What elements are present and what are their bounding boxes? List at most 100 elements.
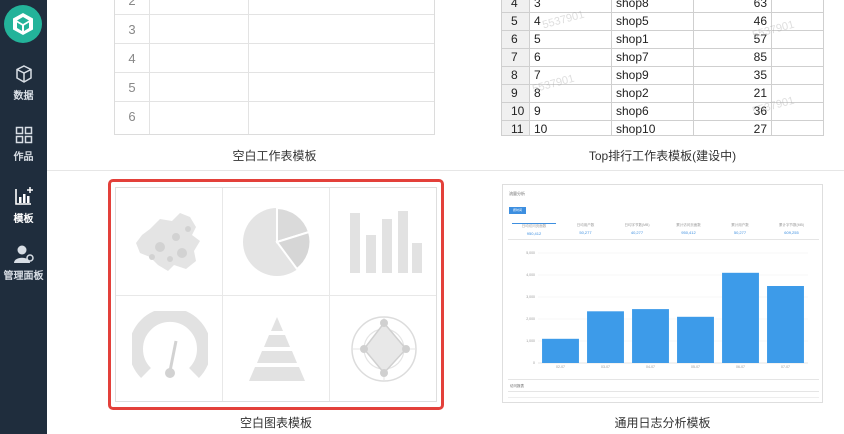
table-row: 4 xyxy=(115,44,434,73)
table-cell: 4 xyxy=(530,13,612,30)
table-cell: 3 xyxy=(530,0,612,12)
bar xyxy=(542,338,579,363)
template-gallery: 2 3 4 5 6 空白工作表模板 4 3 shop8 63 5 4 shop5 46 6 5 sh… xyxy=(47,0,844,434)
cube-icon xyxy=(15,65,32,83)
x-tick-label: 04-07 xyxy=(646,365,655,369)
kpi-value: 50,277 xyxy=(579,230,592,235)
sidebar-item-data[interactable]: 数据 xyxy=(0,64,47,102)
table-cell: 9 xyxy=(530,103,612,120)
y-tick-label: 3,000 xyxy=(526,295,535,299)
table-row: 10 9 shop6 36 xyxy=(502,103,823,121)
log-dashboard-preview: 流量分析 按时间 日均访问页面数 950,412 日均用户数 50,277 日均字节数(… xyxy=(502,184,823,403)
kpi-item: 累计用户数 50,277 xyxy=(718,223,762,240)
kpi-item: 日均访问页面数 950,412 xyxy=(512,223,556,240)
admin-user-icon xyxy=(13,245,34,263)
sidebar-item-label: 模板 xyxy=(13,214,34,225)
row-number: 5 xyxy=(115,73,150,101)
table-cell: 7 xyxy=(530,67,612,84)
table-row: 3 xyxy=(115,15,434,44)
chart-template-preview xyxy=(115,187,437,402)
dashboard-filter-button: 按时间 xyxy=(509,207,526,214)
bar xyxy=(587,311,624,363)
y-tick-label: 1,000 xyxy=(526,339,535,343)
table-cell: shop6 xyxy=(612,103,694,120)
template-card-blank-chart[interactable]: 空白图表模板 xyxy=(47,171,445,434)
table-row: 5 xyxy=(115,73,434,102)
kpi-value: 40,277 xyxy=(630,230,644,235)
pyramid-icon xyxy=(223,295,330,402)
gauge-icon xyxy=(116,295,223,402)
table-cell: shop7 xyxy=(612,49,694,66)
app-logo[interactable] xyxy=(4,5,42,43)
template-title: Top排行工作表模板(建设中) xyxy=(588,149,737,163)
x-tick-label: 05-07 xyxy=(691,365,700,369)
bar-chart-icon xyxy=(330,188,437,295)
bar-chart: 0 1,000 2,000 3,000 4,000 5,000 02-07 03-07 04-0… xyxy=(526,251,808,369)
table-row: 7 6 shop7 85 xyxy=(502,49,823,67)
row-number: 11 xyxy=(502,121,530,135)
kpi-value: 950,412 xyxy=(526,231,542,236)
template-card-top-ranking[interactable]: 4 3 shop8 63 5 4 shop5 46 6 5 shop1 57 7 6 shop7 85 8 7 sh… xyxy=(445,0,844,170)
bar xyxy=(722,272,759,363)
table-cell: shop2 xyxy=(612,85,694,102)
template-card-blank-sheet[interactable]: 2 3 4 5 6 空白工作表模板 xyxy=(47,0,445,170)
y-tick-label: 4,000 xyxy=(526,273,535,277)
table-cell: 36 xyxy=(694,103,772,120)
row-number: 4 xyxy=(502,0,530,12)
table-cell: 46 xyxy=(694,13,772,30)
report-table: 访问报表 xyxy=(508,379,819,401)
table-cell: 10 xyxy=(530,121,612,135)
y-tick-label: 2,000 xyxy=(526,317,535,321)
table-cell: 6 xyxy=(530,49,612,66)
bar xyxy=(767,286,804,363)
row-number: 6 xyxy=(115,102,150,134)
kpi-item: 日均用户数 50,277 xyxy=(564,223,608,240)
template-card-log-analysis[interactable]: 流量分析 按时间 日均访问页面数 950,412 日均用户数 50,277 日均字节数(… xyxy=(445,171,844,434)
kpi-item: 日均字节数(MB) 40,277 xyxy=(615,223,659,240)
kpi-item: 累计访问页面数 950,412 xyxy=(667,223,711,240)
dashboard-header: 流量分析 xyxy=(509,191,525,196)
kpi-value: 950,412 xyxy=(681,230,696,235)
x-tick-label: 06-07 xyxy=(736,365,745,369)
china-map-icon xyxy=(116,188,223,295)
cube-cluster-logo-icon xyxy=(13,13,33,35)
y-tick-label: 0 xyxy=(533,361,535,365)
kpi-value: 609,255 xyxy=(784,230,799,235)
table-cell: shop9 xyxy=(612,67,694,84)
table-cell: shop8 xyxy=(612,0,694,12)
kpi-value: 50,277 xyxy=(733,230,747,235)
kpi-item: 累计字节数(MB) 609,255 xyxy=(770,223,814,240)
sidebar: 数据 作品 模板 管理面板 xyxy=(0,0,47,434)
table-row: 2 xyxy=(115,0,434,15)
row-number: 6 xyxy=(502,31,530,48)
row-number: 7 xyxy=(502,49,530,66)
row-number: 10 xyxy=(502,103,530,120)
template-title: 空白工作表模板 xyxy=(232,149,317,163)
table-row: 9 8 shop2 21 xyxy=(502,85,823,103)
bar xyxy=(632,309,669,363)
sidebar-item-works[interactable]: 作品 xyxy=(0,125,47,163)
ranking-sheet-preview: 4 3 shop8 63 5 4 shop5 46 6 5 shop1 57 7 6 shop7 85 8 7 sh… xyxy=(501,0,824,136)
selected-template-frame xyxy=(108,179,444,410)
table-cell: 57 xyxy=(694,31,772,48)
kpi-label: 累计用户数 xyxy=(731,223,749,227)
table-row: 8 7 shop9 35 xyxy=(502,67,823,85)
sidebar-item-label: 管理面板 xyxy=(3,271,44,282)
kpi-row: 日均访问页面数 950,412 日均用户数 50,277 日均字节数(MB) 40,277… xyxy=(508,223,819,240)
kpi-label: 日均字节数(MB) xyxy=(624,223,650,227)
sidebar-item-admin[interactable]: 管理面板 xyxy=(0,244,47,282)
blank-sheet-preview: 2 3 4 5 6 xyxy=(114,0,435,135)
x-tick-label: 02-07 xyxy=(556,365,565,369)
sidebar-item-label: 作品 xyxy=(13,152,34,163)
row-number: 8 xyxy=(502,67,530,84)
bar xyxy=(677,316,714,363)
table-cell: shop5 xyxy=(612,13,694,30)
grid-icon xyxy=(15,126,32,144)
sidebar-item-templates[interactable]: 模板 xyxy=(0,185,47,225)
template-title: 空白图表模板 xyxy=(239,416,312,430)
table-row: 6 xyxy=(115,102,434,134)
report-title: 访问报表 xyxy=(510,384,524,388)
table-row: 6 5 shop1 57 xyxy=(502,31,823,49)
sidebar-item-label: 数据 xyxy=(13,91,34,102)
radar-chart-icon xyxy=(330,295,437,402)
